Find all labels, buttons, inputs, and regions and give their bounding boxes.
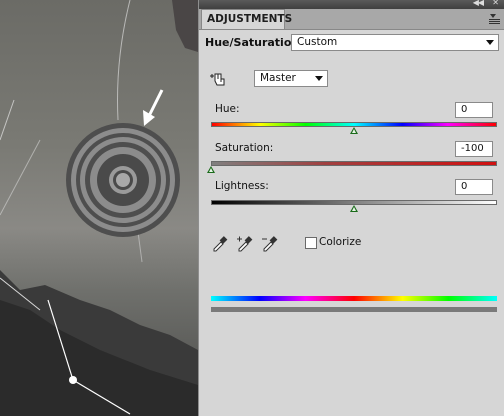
thin-line <box>137 231 143 263</box>
chevron-down-icon <box>315 76 323 81</box>
rock-shape <box>172 0 198 52</box>
panel-tab-bar: ADJUSTMENTS <box>199 9 504 30</box>
eyedropper-plus-icon[interactable] <box>236 234 254 252</box>
eyedropper-minus-icon[interactable] <box>261 234 279 252</box>
document-canvas[interactable] <box>0 0 198 416</box>
hue-slider-thumb[interactable] <box>350 127 358 134</box>
lightness-input[interactable]: 0 <box>455 179 493 195</box>
saturation-slider-track[interactable] <box>211 161 497 166</box>
preset-dropdown[interactable]: Custom <box>291 34 499 51</box>
arrow-annotation <box>143 89 164 126</box>
panel-title-bar: ◀◀ ✕ <box>199 0 504 9</box>
channel-value: Master <box>260 72 296 84</box>
thin-line <box>0 99 15 141</box>
saturation-input[interactable]: -100 <box>455 141 493 157</box>
channel-dropdown[interactable]: Master <box>254 70 328 87</box>
close-icon[interactable]: ✕ <box>492 0 499 7</box>
arc-line <box>117 0 131 121</box>
adjustments-panel: ◀◀ ✕ ADJUSTMENTS Hue/Saturation Custom M… <box>198 0 504 416</box>
canvas-artwork <box>0 0 198 416</box>
colorize-label: Colorize <box>319 236 362 248</box>
colorize-checkbox[interactable] <box>305 237 317 249</box>
constellation-node <box>69 376 77 384</box>
hue-label: Hue: <box>215 103 240 115</box>
lightness-slider-thumb[interactable] <box>350 205 358 212</box>
saturation-label: Saturation: <box>215 142 274 154</box>
lightness-label: Lightness: <box>215 180 269 192</box>
output-spectrum-bar <box>211 307 497 312</box>
concentric-rings <box>66 123 180 237</box>
eyedropper-icon[interactable] <box>211 234 229 252</box>
target-adjust-icon[interactable] <box>208 70 226 88</box>
hue-input[interactable]: 0 <box>455 102 493 118</box>
saturation-slider-thumb[interactable] <box>207 166 215 173</box>
chevron-down-icon <box>486 40 494 45</box>
thin-line <box>0 139 41 216</box>
panel-menu-icon[interactable] <box>489 13 501 24</box>
collapse-icon[interactable]: ◀◀ <box>473 0 484 7</box>
adjustment-title: Hue/Saturation <box>205 36 300 49</box>
tab-adjustments[interactable]: ADJUSTMENTS <box>201 9 292 29</box>
preset-value: Custom <box>297 36 338 48</box>
input-spectrum-bar <box>211 296 497 301</box>
